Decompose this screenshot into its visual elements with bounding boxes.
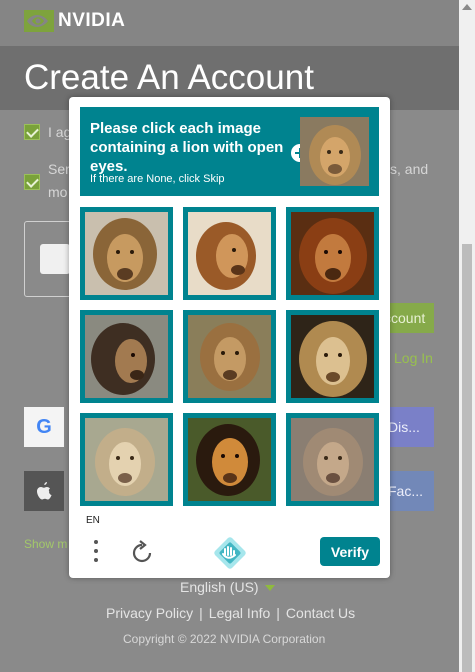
language-selector[interactable]: English (US) — [180, 579, 275, 595]
lion-image — [85, 212, 168, 295]
scrollbar-thumb[interactable] — [459, 244, 475, 672]
captcha-instruction: Please click each image containing a lio… — [90, 120, 284, 175]
more-vertical-icon[interactable] — [93, 540, 99, 566]
legal-info-link[interactable]: Legal Info — [205, 605, 275, 621]
terms-checkbox[interactable] — [24, 124, 40, 140]
caret-down-icon — [264, 585, 275, 592]
terms-label: I ag — [48, 124, 72, 140]
refresh-icon[interactable] — [129, 540, 155, 566]
captcha-tile-4[interactable] — [80, 310, 173, 403]
scroll-up-arrow-icon[interactable] — [462, 4, 472, 10]
brand-name: NVIDIA — [58, 10, 126, 31]
captcha-tile-3[interactable] — [286, 207, 379, 300]
verify-button[interactable]: Verify — [320, 537, 380, 566]
copyright: Copyright © 2022 NVIDIA Corporation — [123, 632, 326, 646]
footer-separator: | — [199, 605, 203, 621]
services-label: Ser — [48, 161, 70, 177]
example-image — [300, 117, 369, 186]
lion-example-image — [300, 117, 369, 186]
captcha-tile-2[interactable] — [183, 207, 276, 300]
language-label: English (US) — [180, 579, 259, 595]
lion-image — [85, 418, 168, 501]
captcha-dialog: Please click each image containing a lio… — [69, 97, 390, 578]
lion-image — [188, 212, 271, 295]
captcha-tile-6[interactable] — [286, 310, 379, 403]
captcha-language-code[interactable]: EN — [86, 515, 100, 526]
lion-image — [188, 418, 271, 501]
lion-image — [291, 418, 374, 501]
nvidia-logo[interactable]: NVIDIA — [24, 10, 125, 32]
google-icon: G — [36, 415, 52, 438]
captcha-tile-5[interactable] — [183, 310, 276, 403]
services-checkbox[interactable] — [24, 174, 40, 190]
services-label-end: s, and — [390, 161, 429, 177]
lion-image — [291, 315, 374, 398]
services-label-line2: mo — [48, 184, 68, 200]
captcha-tile-8[interactable] — [183, 413, 276, 506]
page-title: Create An Account — [24, 58, 314, 97]
privacy-policy-link[interactable]: Privacy Policy — [102, 605, 197, 621]
contact-us-link[interactable]: Contact Us — [282, 605, 359, 621]
lion-image — [85, 315, 168, 398]
captcha-skip-hint: If there are None, click Skip — [90, 173, 225, 185]
captcha-tile-9[interactable] — [286, 413, 379, 506]
lion-image — [291, 212, 374, 295]
lion-image — [188, 315, 271, 398]
captcha-tile-7[interactable] — [80, 413, 173, 506]
captcha-prompt: Please click each image containing a lio… — [80, 107, 379, 196]
hcaptcha-logo-icon[interactable] — [214, 537, 246, 569]
footer-separator: | — [276, 605, 280, 621]
nvidia-eye-icon — [24, 10, 54, 32]
footer-links: Privacy Policy | Legal Info | Contact Us — [102, 605, 359, 621]
show-more-link[interactable]: Show m — [24, 537, 67, 551]
apple-icon — [37, 482, 52, 500]
captcha-tile-1[interactable] — [80, 207, 173, 300]
apple-signin-button[interactable] — [24, 471, 64, 511]
login-link[interactable]: Log In — [394, 350, 433, 366]
google-signin-button[interactable]: G — [24, 407, 64, 447]
recaptcha-checkbox[interactable] — [40, 244, 70, 274]
